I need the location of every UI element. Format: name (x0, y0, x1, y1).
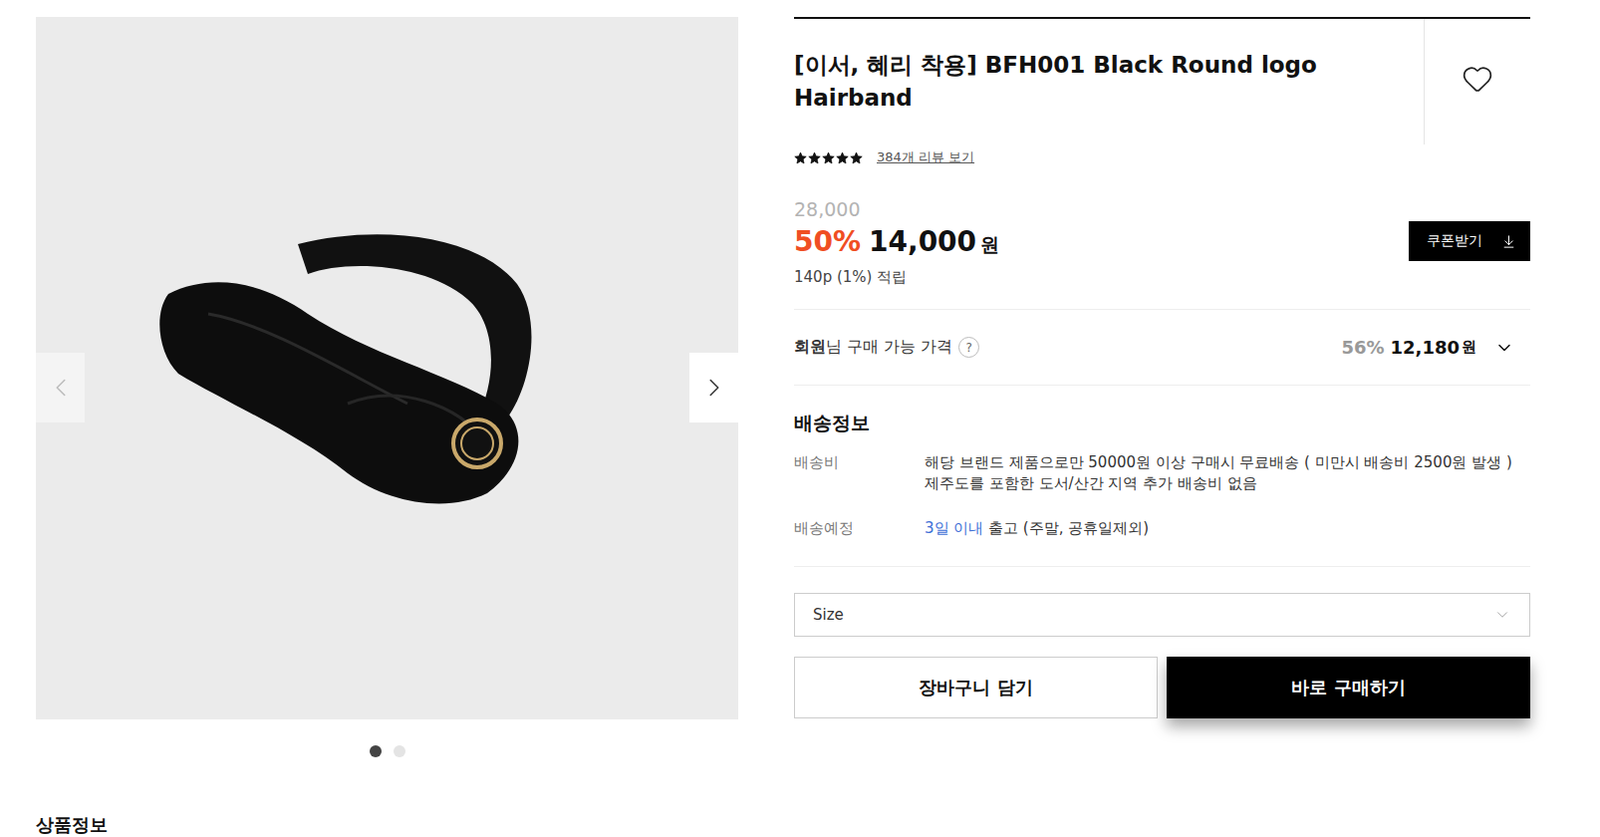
rating-stars (794, 151, 863, 165)
product-info: [이서, 혜리 착용] BFH001 Black Round logo Hair… (794, 16, 1531, 837)
member-price-label: 회원님 구매 가능 가격? (794, 336, 980, 358)
shipping-row: 배송예정3일 이내 출고 (주말, 공휴일제외) (794, 518, 1531, 539)
shipping-label: 배송비 (794, 452, 925, 495)
add-to-cart-button[interactable]: 장바구니 담기 (794, 656, 1158, 719)
shipping-title: 배송정보 (794, 410, 1531, 435)
member-price: 56% 12,180원 (1340, 336, 1531, 358)
star-icon (835, 151, 849, 165)
sale-row: 50%14,000원 쿠폰받기 (794, 221, 1531, 262)
gallery-dots (369, 745, 406, 758)
member-discount: 56% (1340, 336, 1384, 358)
heart-icon (1461, 62, 1494, 95)
section-title: 상품정보 (35, 812, 108, 837)
gallery-dot[interactable] (369, 745, 382, 758)
member-amount: 12,180 (1390, 336, 1460, 358)
rating-row: 384개 리뷰 보기 (794, 149, 1531, 166)
star-icon (807, 151, 821, 165)
original-price: 28,000 (794, 197, 1531, 222)
discount-rate: 50% (794, 225, 861, 259)
chevron-down-icon (1493, 605, 1512, 624)
chevron-left-icon (45, 372, 76, 403)
title-row: [이서, 혜리 착용] BFH001 Black Round logo Hair… (794, 18, 1531, 145)
gallery-dot[interactable] (393, 745, 406, 758)
shipping-section: 배송정보배송비해당 브랜드 제품으로만 50000원 이상 구매시 무료배송 (… (794, 385, 1531, 567)
buy-now-button[interactable]: 바로 구매하기 (1166, 656, 1531, 719)
size-select[interactable]: Size (794, 592, 1531, 637)
chevron-right-icon (699, 372, 730, 403)
download-icon (1501, 234, 1517, 250)
currency: 원 (1461, 337, 1477, 357)
wishlist-button[interactable] (1423, 18, 1531, 145)
star-icon (821, 151, 835, 165)
product-title: [이서, 혜리 착용] BFH001 Black Round logo Hair… (794, 18, 1424, 145)
sale-price: 50%14,000원 (794, 225, 1000, 259)
shipping-row: 배송비해당 브랜드 제품으로만 50000원 이상 구매시 무료배송 ( 미만시… (794, 452, 1531, 495)
prev-button[interactable] (35, 352, 85, 423)
hairband-photo (148, 204, 627, 534)
review-link[interactable]: 384개 리뷰 보기 (876, 148, 975, 167)
star-icon (794, 151, 807, 165)
coupon-button[interactable]: 쿠폰받기 (1408, 221, 1531, 262)
member-price-row[interactable]: 회원님 구매 가능 가격? 56% 12,180원 (794, 309, 1531, 386)
star-icon (849, 151, 863, 165)
product-image[interactable] (35, 16, 739, 720)
gallery: 상품정보 (35, 16, 739, 837)
chevron-down-icon (1494, 337, 1515, 358)
price-section: 28,000 50%14,000원 쿠폰받기 140p (1%) 적립 (794, 165, 1531, 310)
shipping-value: 해당 브랜드 제품으로만 50000원 이상 구매시 무료배송 ( 미만시 배송… (924, 452, 1531, 495)
next-button[interactable] (689, 352, 739, 423)
points: 140p (1%) 적립 (794, 266, 1531, 287)
action-buttons: 장바구니 담기바로 구매하기 (794, 656, 1531, 719)
sale-amount: 14,000 (868, 225, 977, 259)
help-badge[interactable]: ? (958, 336, 980, 358)
product-page: 상품정보 [이서, 혜리 착용] BFH001 Black Round logo … (0, 0, 1600, 837)
shipping-label: 배송예정 (794, 518, 925, 539)
currency: 원 (980, 232, 1000, 259)
shipping-value: 3일 이내 출고 (주말, 공휴일제외) (924, 518, 1531, 539)
